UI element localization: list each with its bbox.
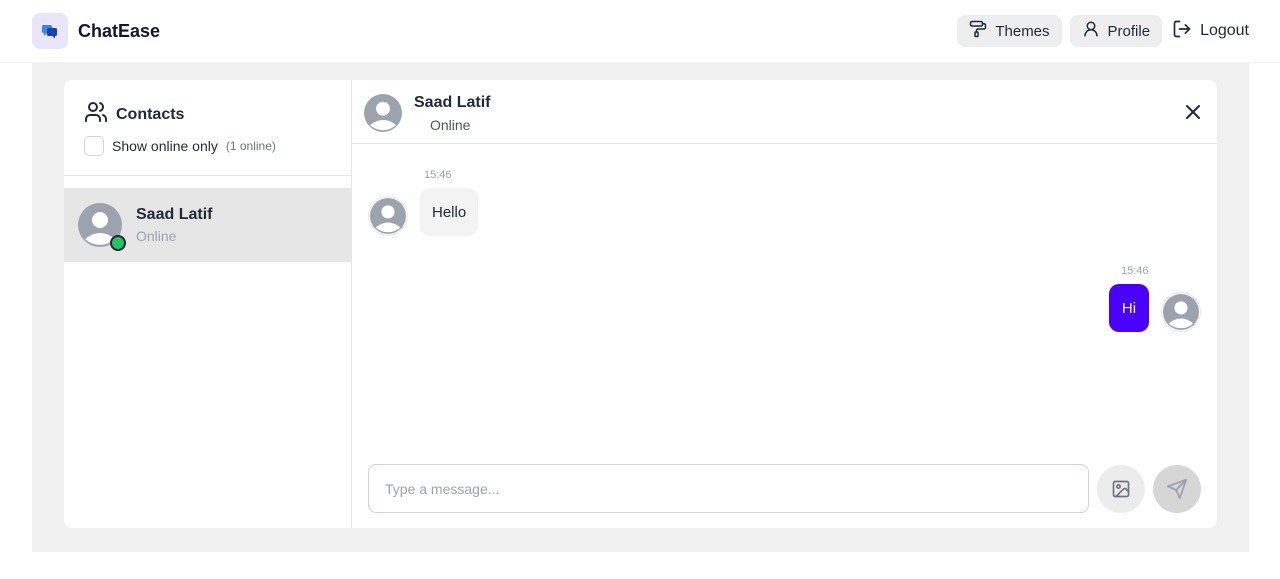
chat-contact-name: Saad Latif <box>414 94 491 111</box>
user-icon <box>1082 20 1100 42</box>
message-input[interactable] <box>369 465 1088 512</box>
avatar <box>78 203 126 251</box>
contact-name: Saad Latif <box>136 206 213 223</box>
contacts-sidebar: Contacts Show online only (1 online) Saa… <box>64 80 352 528</box>
log-out-icon <box>1172 19 1192 44</box>
contact-status: Online <box>136 228 177 244</box>
top-navbar: ChatEase Themes Profile Logout <box>0 0 1280 63</box>
message-bubble-outgoing: Hi <box>1109 284 1149 332</box>
user-avatar-icon <box>1163 294 1199 330</box>
contact-item[interactable]: Saad Latif Online <box>64 188 352 262</box>
profile-button[interactable]: Profile <box>1069 15 1163 47</box>
online-indicator <box>110 235 126 251</box>
avatar <box>368 196 408 236</box>
user-avatar-icon <box>364 94 402 132</box>
send-icon <box>1166 478 1188 500</box>
themes-button[interactable]: Themes <box>957 15 1062 47</box>
main-area: Contacts Show online only (1 online) Saa… <box>32 63 1249 552</box>
message-bubble-incoming: Hello <box>420 188 479 236</box>
top-nav-actions: Themes Profile Logout <box>957 15 1249 47</box>
themes-label: Themes <box>995 22 1050 40</box>
brand[interactable]: ChatEase <box>32 13 160 49</box>
contacts-title-label: Contacts <box>116 105 185 123</box>
chat-container: Contacts Show online only (1 online) Saa… <box>64 80 1217 528</box>
avatar <box>1161 292 1201 332</box>
message-composer <box>368 464 1089 513</box>
send-button[interactable] <box>1153 465 1201 513</box>
close-chat-button[interactable] <box>1181 100 1205 124</box>
attach-image-button[interactable] <box>1097 465 1145 513</box>
chat-panel: Saad Latif Online 15:46 Hello 15:46 Hi T… <box>352 80 1217 528</box>
avatar <box>364 94 402 137</box>
show-online-label[interactable]: Show online only <box>112 138 218 154</box>
logout-button[interactable]: Logout <box>1170 15 1249 47</box>
user-avatar-icon <box>370 198 406 234</box>
app-name: ChatEase <box>78 20 161 41</box>
message-time: 15:46 <box>424 169 452 181</box>
online-filter: Show online only (1 online) <box>84 136 276 156</box>
image-icon <box>1112 480 1130 498</box>
online-count: (1 online) <box>225 139 276 153</box>
paint-roller-icon <box>969 20 987 42</box>
contacts-title: Contacts <box>84 100 184 129</box>
message-time: 15:46 <box>1121 265 1149 277</box>
logout-label: Logout <box>1200 22 1249 39</box>
contacts-header: Contacts Show online only (1 online) <box>64 80 352 176</box>
users-icon <box>84 100 108 129</box>
chat-header: Saad Latif Online <box>352 80 1217 144</box>
chat-bubbles-icon <box>32 13 68 49</box>
profile-label: Profile <box>1107 22 1151 40</box>
close-icon <box>1186 105 1200 119</box>
chat-contact-status: Online <box>430 117 471 133</box>
show-online-checkbox[interactable] <box>84 136 104 156</box>
